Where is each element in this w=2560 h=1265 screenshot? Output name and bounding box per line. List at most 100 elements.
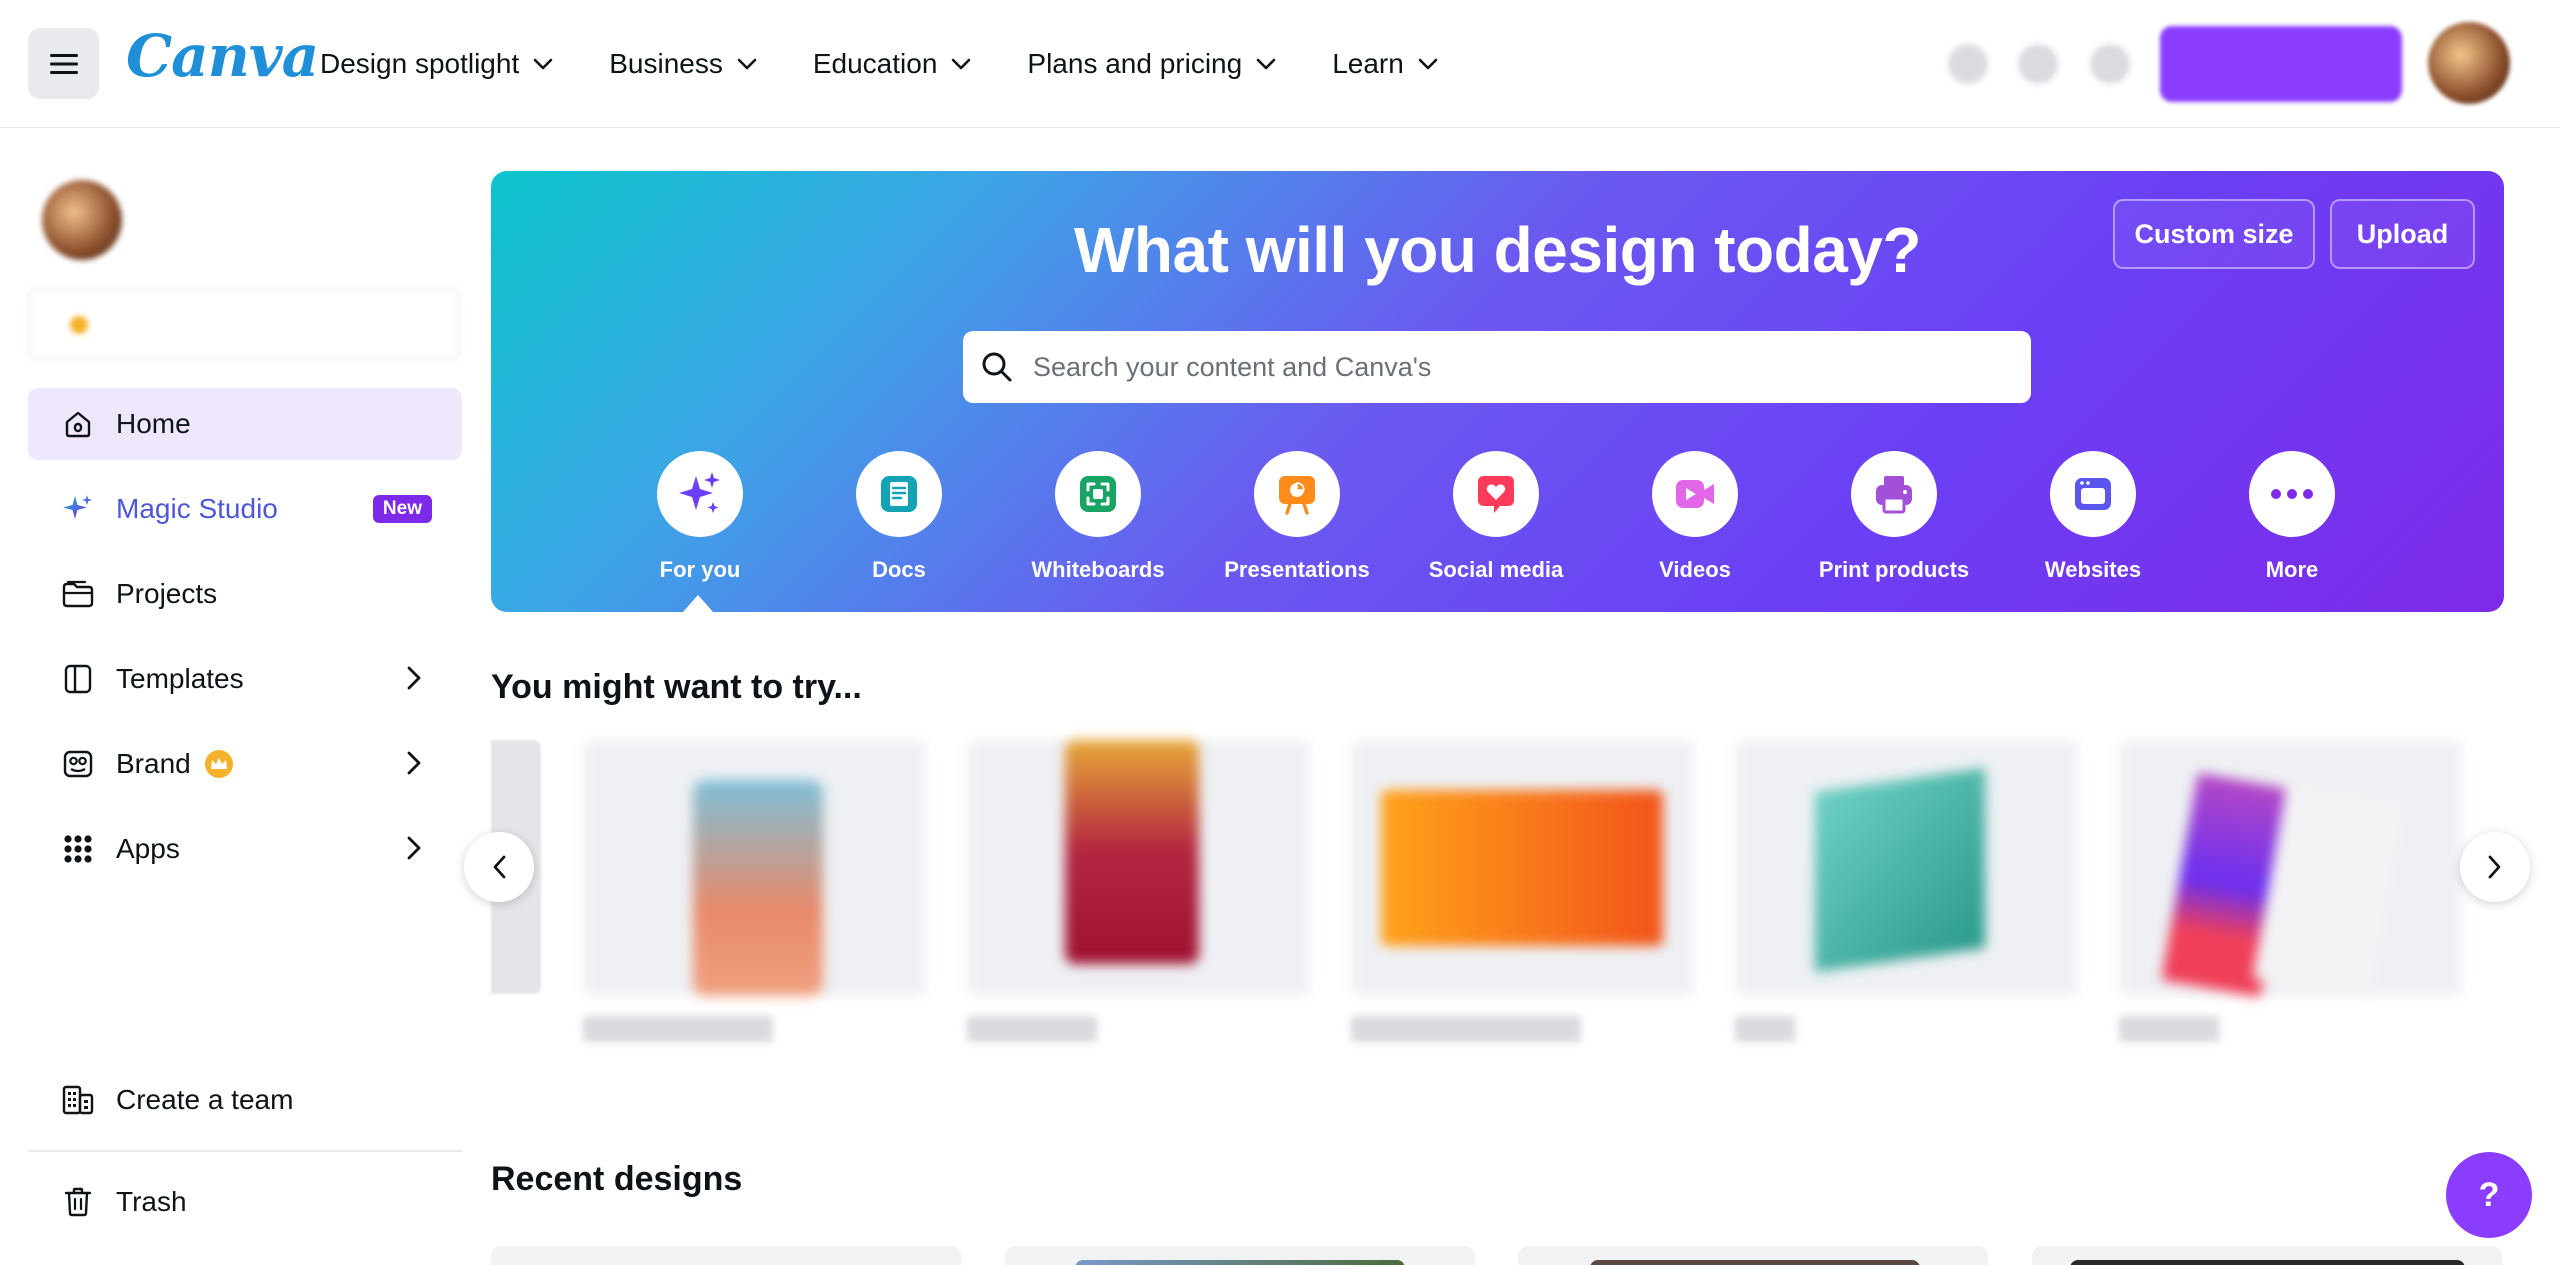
category-presentations[interactable]: Presentations (1212, 451, 1382, 583)
chevron-down-icon (1418, 58, 1438, 70)
sidebar-divider (28, 1150, 462, 1152)
chevron-right-icon (407, 836, 421, 860)
recent-design-card[interactable] (491, 1246, 961, 1265)
category-label: Websites (2044, 557, 2142, 582)
help-button[interactable]: ? (2446, 1152, 2532, 1238)
sidebar-item-home[interactable]: Home (28, 388, 462, 460)
selected-category-indicator (682, 595, 714, 613)
sidebar-item-label: Home (116, 408, 191, 439)
help-icon[interactable] (2018, 44, 2058, 84)
create-design-button[interactable] (2160, 26, 2402, 102)
category-circle (2249, 451, 2335, 537)
chevron-down-icon (533, 58, 553, 70)
try-card-logo[interactable] (1735, 740, 2077, 996)
try-card-label (1735, 1016, 1795, 1042)
category-social-media[interactable]: Social media (1411, 451, 1581, 583)
sidebar: Home Magic Studio New Projects Templates… (0, 128, 468, 1265)
sidebar-item-label: Templates (116, 663, 244, 694)
try-card-label (1351, 1016, 1581, 1042)
notifications-icon[interactable] (2090, 44, 2130, 84)
nav-learn[interactable]: Learn (1332, 40, 1438, 88)
category-for-you[interactable]: For you (615, 451, 785, 583)
building-icon (60, 1082, 96, 1118)
nav-education[interactable]: Education (813, 40, 972, 88)
category-label: For you (659, 557, 741, 582)
nav-plans-pricing[interactable]: Plans and pricing (1027, 40, 1276, 88)
settings-icon[interactable] (1948, 44, 1988, 84)
sidebar-item-label: Magic Studio (116, 493, 278, 524)
category-circle (1851, 451, 1937, 537)
recent-design-thumbnail (1590, 1260, 1920, 1265)
sidebar-item-label: Trash (116, 1186, 187, 1217)
category-circle (657, 451, 743, 537)
try-card-instagram-story[interactable] (583, 740, 925, 996)
carousel-prev-button[interactable] (464, 832, 534, 902)
trial-button[interactable] (28, 288, 460, 360)
apps-grid-icon (60, 831, 96, 867)
try-card-resume[interactable] (2119, 740, 2461, 999)
category-docs[interactable]: Docs (814, 451, 984, 583)
category-label: Docs (872, 557, 926, 582)
category-circle (1055, 451, 1141, 537)
category-circle (856, 451, 942, 537)
profile-name (142, 190, 214, 221)
chevron-down-icon (1256, 58, 1276, 70)
category-circle (2050, 451, 2136, 537)
account-avatar[interactable] (2428, 22, 2510, 104)
nav-label: Learn (1332, 48, 1404, 79)
category-websites[interactable]: Websites (2008, 451, 2178, 583)
nav-design-spotlight[interactable]: Design spotlight (320, 40, 553, 88)
chevron-right-icon (2488, 855, 2501, 879)
carousel-next-button[interactable] (2460, 832, 2530, 902)
template-icon (60, 661, 96, 697)
whiteboard-icon (1080, 476, 1116, 512)
category-label: Presentations (1224, 557, 1370, 582)
canva-logo[interactable]: Canva (126, 22, 319, 90)
chevron-down-icon (737, 58, 757, 70)
sidebar-item-trash[interactable]: Trash (28, 1166, 462, 1238)
chevron-down-icon (952, 58, 971, 70)
search-input[interactable] (1033, 351, 1993, 383)
recent-design-thumbnail (1075, 1260, 1405, 1265)
sidebar-item-brand[interactable]: Brand (28, 728, 462, 800)
try-card-presentation[interactable] (1351, 740, 1693, 996)
brand-icon (60, 746, 96, 782)
category-circle (1453, 451, 1539, 537)
search-bar[interactable] (963, 331, 2031, 403)
try-card-label (967, 1016, 1097, 1042)
sidebar-item-create-team[interactable]: Create a team (28, 1064, 462, 1136)
chevron-right-icon (407, 666, 421, 690)
try-card-your-story[interactable] (967, 740, 1309, 996)
menu-toggle-button[interactable] (28, 28, 99, 99)
presentation-icon (1279, 476, 1315, 515)
profile-text (142, 190, 214, 250)
more-icon (2271, 489, 2313, 499)
custom-size-button[interactable]: Custom size (2113, 199, 2315, 269)
sidebar-item-apps[interactable]: Apps (28, 813, 462, 885)
top-bar: Canva Design spotlight Business Educatio… (0, 0, 2560, 128)
category-label: More (2265, 557, 2319, 582)
sidebar-item-projects[interactable]: Projects (28, 558, 462, 630)
video-icon (1676, 480, 1714, 508)
category-videos[interactable]: Videos (1610, 451, 1780, 583)
sidebar-item-magic-studio[interactable]: Magic Studio New (28, 473, 462, 545)
category-print-products[interactable]: Print products (1809, 451, 1979, 583)
nav-label: Design spotlight (320, 48, 520, 79)
printer-icon (1876, 476, 1912, 514)
try-card-label (2119, 1016, 2219, 1042)
avatar (42, 180, 122, 260)
doc-icon (881, 476, 917, 512)
nav-label: Plans and pricing (1027, 48, 1243, 79)
search-icon (982, 352, 1012, 382)
nav-label: Education (812, 48, 938, 79)
chevron-right-icon (407, 751, 421, 775)
sidebar-item-templates[interactable]: Templates (28, 643, 462, 715)
category-label: Videos (1659, 557, 1731, 582)
category-more[interactable]: More (2207, 451, 2377, 583)
category-whiteboards[interactable]: Whiteboards (1013, 451, 1183, 583)
try-section-title: You might want to try... (491, 668, 862, 706)
upload-button[interactable]: Upload (2330, 199, 2475, 269)
chevron-left-icon (493, 855, 506, 879)
nav-business[interactable]: Business (609, 40, 757, 88)
profile-switcher[interactable] (42, 180, 214, 260)
